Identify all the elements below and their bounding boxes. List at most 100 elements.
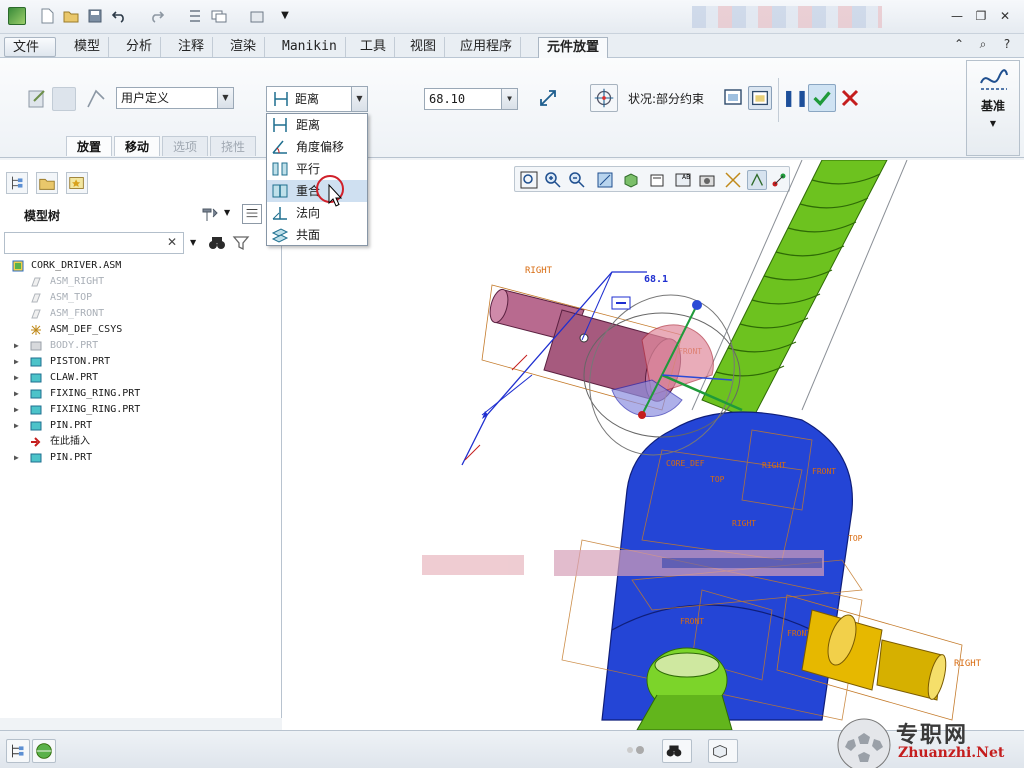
separate-window-icon[interactable] [722,86,746,110]
placement-status-icon[interactable] [590,84,618,112]
expand-arrow-icon[interactable]: ▶ [14,418,19,434]
assembly-3d-model[interactable]: CORE_DEF TOP RIGHT FRONT RIGHT TOP FRONT… [282,160,1024,730]
confirm-checkmark-icon[interactable] [808,84,836,112]
new-file-icon[interactable] [38,7,56,25]
connection-icon[interactable] [84,87,108,111]
tree-row[interactable]: ▶ CLAW.PRT [0,370,280,386]
ribbon-separator [778,78,779,122]
tree-row[interactable]: ▶ BODY.PRT [0,338,280,354]
dropdown-item-coincident[interactable]: 重合 [267,175,367,207]
tree-item-icon [30,340,42,352]
windows-icon[interactable] [210,7,228,25]
tree-row[interactable]: ASM_TOP [0,290,280,306]
offset-value-input[interactable]: 68.10 ▼ [424,88,518,110]
tree-settings-icon[interactable] [200,205,220,223]
tab-analysis[interactable]: 分析 [118,37,162,57]
tree-settings-dropdown-icon[interactable]: ▼ [224,208,230,217]
search-dropdown-icon[interactable]: ▼ [190,238,196,247]
constraint-set-select[interactable]: 用户定义 ▼ [116,87,234,109]
tree-row[interactable]: 在此插入 [0,434,280,450]
constraint-type-select[interactable]: 距离 ▼ [266,86,368,112]
collapse-ribbon-icon[interactable]: ⌃ [950,36,968,52]
cancel-x-icon[interactable] [838,86,862,110]
tree-item-label: CORK_DRIVER.ASM [31,260,122,271]
filter-icon[interactable] [232,234,250,252]
tree-columns-icon[interactable] [242,204,262,224]
expand-arrow-icon[interactable]: ▶ [14,338,19,354]
tree-search-input[interactable]: ✕ [4,232,184,254]
find-icon[interactable] [662,739,692,763]
model-tree-tab-icon[interactable] [6,172,28,194]
find-binoculars-icon[interactable] [208,234,226,252]
tree-row[interactable]: CORK_DRIVER.ASM [0,258,280,274]
clear-search-icon[interactable]: ✕ [167,235,177,249]
watermark-logo: 专职网 Zhuanzhi.Net [836,718,1016,768]
subtab-flexibility[interactable]: 挠性 [210,136,257,156]
favorites-tab-icon[interactable] [66,172,88,194]
subtab-options[interactable]: 选项 [162,136,209,156]
redo-icon[interactable] [148,7,166,25]
save-icon[interactable] [86,7,104,25]
tree-row[interactable]: ▶ PISTON.PRT [0,354,280,370]
close-icon[interactable]: ✕ [996,8,1014,24]
regenerate-icon[interactable] [186,7,204,25]
tab-file[interactable]: 文件 ▾ [4,37,56,75]
tab-tools[interactable]: 工具 [352,37,396,57]
restore-icon[interactable]: ❐ [972,8,990,24]
green-screw-shaft[interactable] [691,160,908,421]
tree-row[interactable]: ▶ PIN.PRT [0,450,280,466]
assembly-window-icon[interactable] [748,86,772,110]
open-folder-icon[interactable] [62,7,80,25]
minimize-icon[interactable]: — [948,8,966,24]
expand-arrow-icon[interactable]: ▶ [14,370,19,386]
constraint-edit-icon[interactable] [26,87,50,111]
tree-row[interactable]: ▶ FIXING_RING.PRT [0,386,280,402]
tab-view[interactable]: 视图 [402,37,446,57]
tree-row[interactable]: ASM_DEF_CSYS [0,322,280,338]
subtab-placement[interactable]: 放置 [66,136,113,156]
tree-row[interactable]: ▶ PIN.PRT [0,418,280,434]
selection-filter-icon[interactable] [708,739,738,763]
undo-icon[interactable] [110,7,128,25]
flip-icon[interactable] [536,86,560,110]
expand-arrow-icon[interactable]: ▶ [14,402,19,418]
dimension-value-label[interactable]: 68.1 [644,274,668,285]
customize-toolbar-icon[interactable]: ▼ [276,7,294,25]
show-navigator-icon[interactable] [6,739,30,763]
help-icon[interactable]: ? [998,36,1016,52]
title-text-blurred [692,6,882,28]
tree-item-icon [30,356,42,368]
svg-text:TOP: TOP [710,475,725,484]
tree-row[interactable]: ▶ FIXING_RING.PRT [0,402,280,418]
tree-item-label: ASM_DEF_CSYS [50,324,123,335]
tree-row[interactable]: ASM_FRONT [0,306,280,322]
folder-browser-tab-icon[interactable] [36,172,58,194]
close-window-icon[interactable] [248,7,266,25]
tree-row[interactable]: ASM_RIGHT [0,274,280,290]
constraint-toggle-icon[interactable] [52,87,76,111]
expand-arrow-icon[interactable]: ▶ [14,386,19,402]
datum-icon [980,69,1008,90]
expand-arrow-icon[interactable]: ▶ [14,450,19,466]
dropdown-item-coplanar[interactable]: 共面 [267,224,367,246]
pause-icon[interactable]: ❚❚ [782,86,809,110]
constraint-type-dropdown[interactable]: 距离 角度偏移 平行 重合 法向 共面 [266,113,368,246]
tab-render[interactable]: 渲染 [222,37,266,57]
subtab-move[interactable]: 移动 [114,136,161,156]
expand-arrow-icon[interactable]: ▶ [14,354,19,370]
creo-app-window: ▼ — ❐ ✕ 文件 ▾ 模型 分析 注释 渲染 Manikin 工具 视图 应… [0,0,1024,768]
tab-model[interactable]: 模型 [66,37,110,57]
graphics-viewport[interactable]: AB CORE_DEF TOP RIGHT FRONT RIGHT TOP FR… [282,160,1024,730]
datum-group[interactable]: 基准 ▼ [966,60,1020,156]
tab-manikin[interactable]: Manikin [274,37,346,57]
show-browser-icon[interactable] [32,739,56,763]
dropdown-item-distance[interactable]: 距离 [267,114,367,136]
tab-apps[interactable]: 应用程序 [452,37,522,57]
tab-component-placement[interactable]: 元件放置 [538,37,609,59]
datum-expand-icon[interactable]: ▼ [967,119,1019,128]
tree-item-icon [30,420,42,432]
tab-annotate[interactable]: 注释 [170,37,214,57]
search-icon[interactable]: ⌕ [974,36,992,52]
dropdown-item-normal[interactable]: 法向 [267,202,367,224]
dropdown-item-angle-offset[interactable]: 角度偏移 [267,136,367,158]
